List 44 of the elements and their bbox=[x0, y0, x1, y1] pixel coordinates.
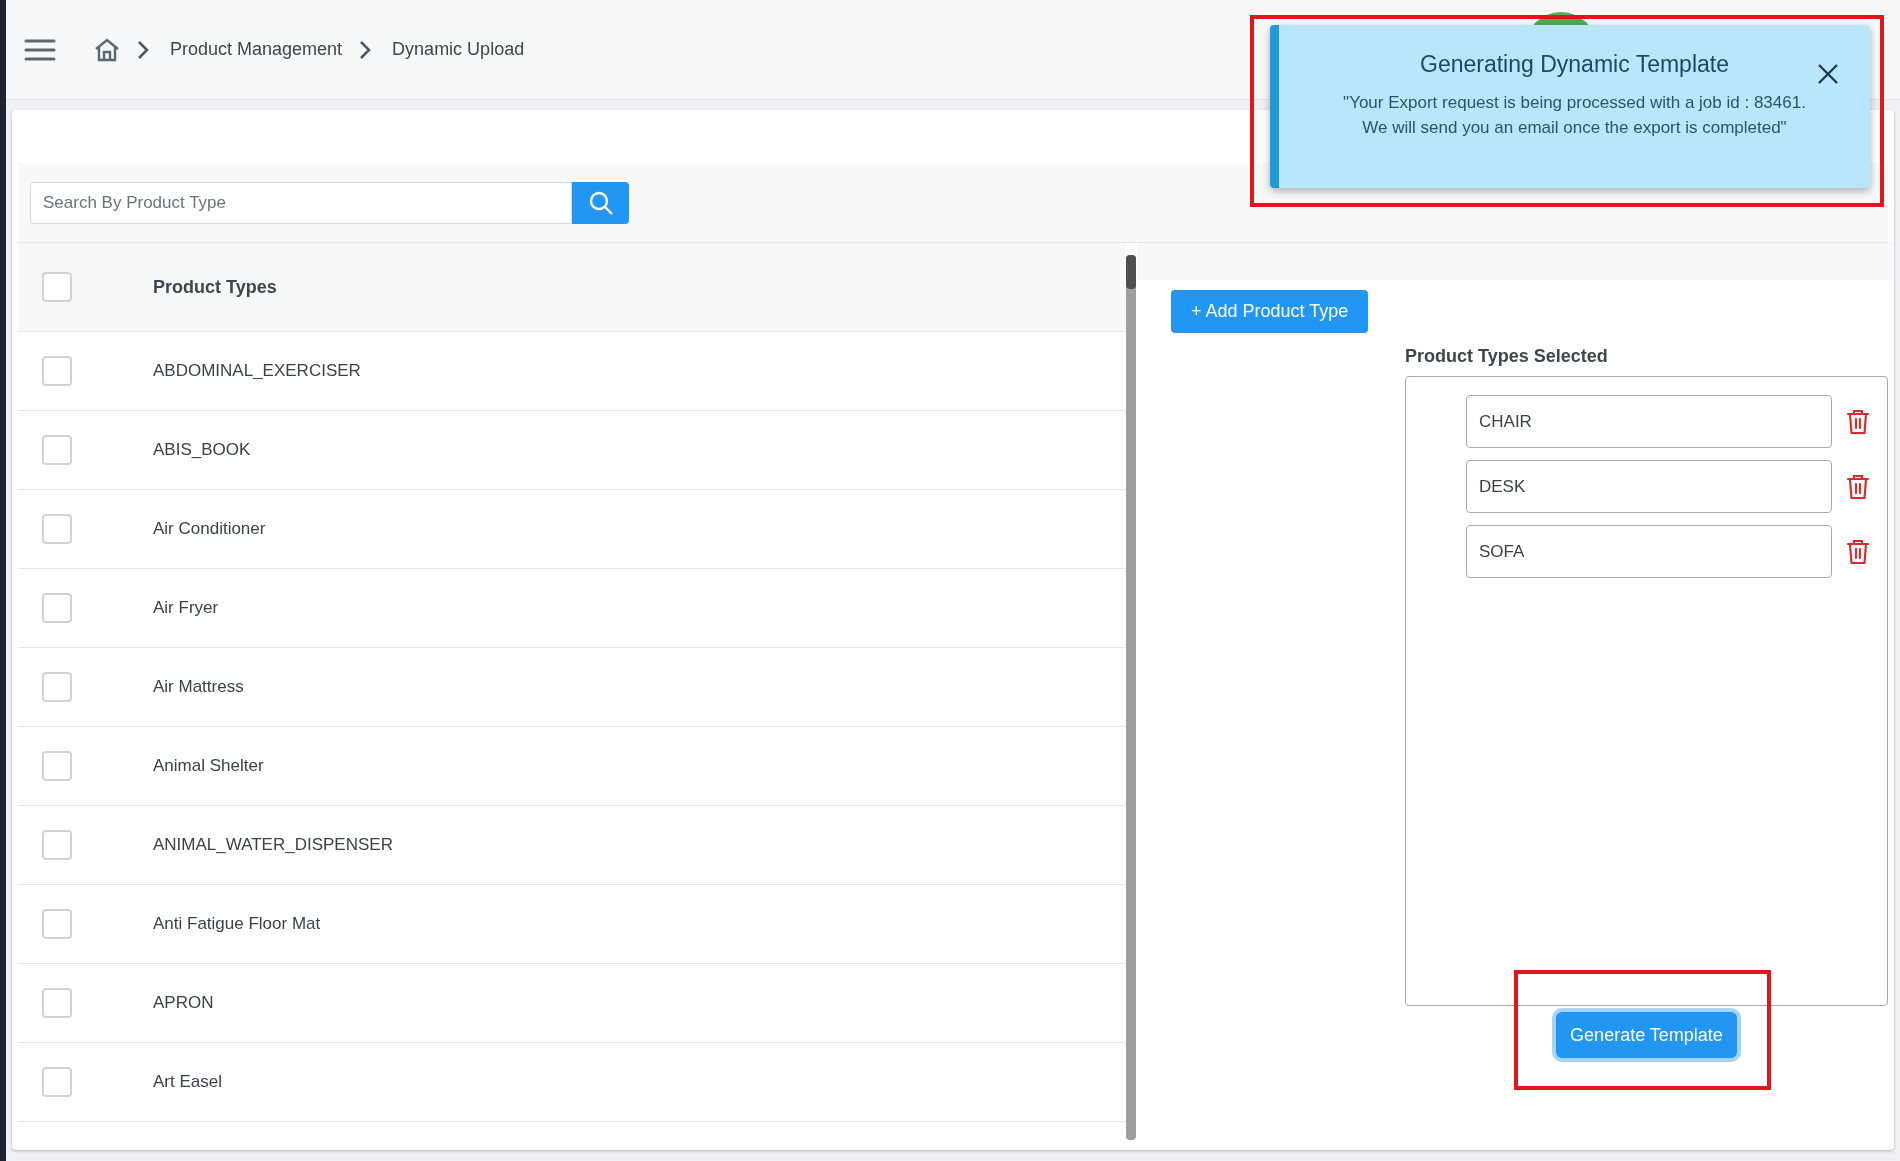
search-icon bbox=[587, 189, 614, 216]
column-header: Product Types bbox=[153, 275, 277, 299]
close-icon bbox=[1816, 62, 1840, 86]
checkbox[interactable] bbox=[42, 356, 72, 386]
checkbox[interactable] bbox=[42, 435, 72, 465]
table-cell-text: ANIMAL_WATER_DISPENSER bbox=[153, 834, 393, 857]
checkbox[interactable] bbox=[42, 751, 72, 781]
section-title: Product Types Selected bbox=[1405, 345, 1609, 368]
search-field[interactable]: Search By Product Type bbox=[30, 181, 572, 224]
toast-message: "Your Export request is being processed with a job id : 83461. bbox=[1343, 91, 1806, 114]
search-button[interactable] bbox=[572, 181, 629, 224]
checkbox[interactable] bbox=[42, 1067, 72, 1097]
checkbox[interactable] bbox=[42, 593, 72, 623]
table-cell-text: Air Mattress bbox=[153, 676, 244, 699]
checkbox[interactable] bbox=[42, 830, 72, 860]
toast-message: We will send you an email once the export is completed" bbox=[1362, 117, 1787, 139]
close-button[interactable] bbox=[1816, 62, 1840, 86]
table-cell-text: Air Conditioner bbox=[153, 518, 266, 541]
product-type-field[interactable]: SOFA bbox=[1466, 525, 1832, 578]
product-type-field[interactable]: CHAIR bbox=[1466, 395, 1832, 448]
trash-icon[interactable] bbox=[1846, 538, 1870, 565]
table-cell-text: ABIS_BOOK bbox=[153, 439, 251, 462]
scrollbar[interactable] bbox=[1126, 255, 1136, 1140]
table-cell-text: Art Easel bbox=[153, 1071, 222, 1094]
checkbox[interactable] bbox=[42, 909, 72, 939]
table-cell-text: Anti Fatigue Floor Mat bbox=[153, 913, 321, 936]
table-cell-text: APRON bbox=[153, 992, 214, 1015]
home-icon[interactable] bbox=[94, 37, 120, 62]
checkbox[interactable] bbox=[42, 988, 72, 1018]
chevron-icon bbox=[136, 38, 150, 61]
product-type-field[interactable]: DESK bbox=[1466, 460, 1832, 513]
trash-icon[interactable] bbox=[1846, 408, 1870, 435]
table-cell-text: Animal Shelter bbox=[153, 755, 264, 778]
checkbox[interactable] bbox=[42, 672, 72, 702]
table-cell-text: ABDOMINAL_EXERCISER bbox=[153, 360, 361, 383]
checkbox[interactable] bbox=[42, 514, 72, 544]
trash-icon[interactable] bbox=[1846, 473, 1870, 500]
breadcrumb-link[interactable]: Dynamic Upload bbox=[392, 36, 525, 63]
table-cell-text: Air Fryer bbox=[153, 597, 219, 620]
menu-icon[interactable] bbox=[24, 38, 56, 61]
breadcrumb-link[interactable]: Product Management bbox=[170, 36, 343, 63]
chevron-icon bbox=[358, 38, 373, 61]
checkbox[interactable] bbox=[42, 272, 72, 302]
toast-title: Generating Dynamic Template bbox=[1420, 50, 1729, 79]
